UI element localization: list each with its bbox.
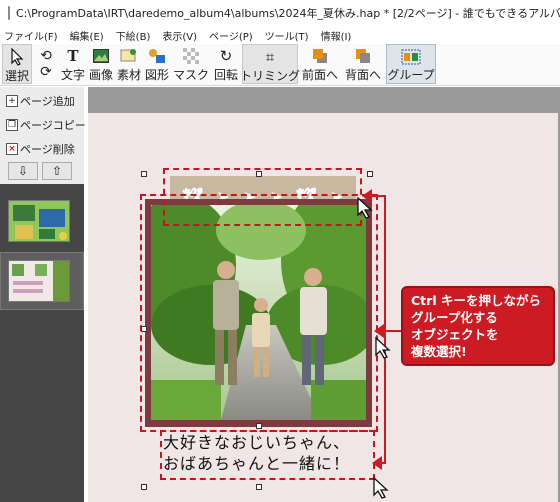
page-order-arrows: ⇩ ⇧ [8, 162, 78, 180]
shape-tool-button[interactable]: 図形 [144, 44, 170, 84]
send-back-button[interactable]: 背面へ [342, 44, 384, 84]
photo-selection-outline [140, 194, 378, 432]
group-tool-label: グループ [387, 68, 435, 82]
callout-line-3: オブジェクトを [411, 327, 499, 342]
menu-tools[interactable]: ツール(T) [265, 28, 309, 43]
callout-line-2: グループ化する [411, 310, 498, 325]
image-tool-button[interactable]: 画像 [88, 44, 114, 84]
add-page-icon: + [6, 95, 18, 107]
menu-file[interactable]: ファイル(F) [4, 28, 58, 43]
instruction-callout: Ctrl キーを押しながら グループ化する オブジェクトを 複数選択! [401, 286, 555, 366]
mouse-cursor-icon [373, 476, 389, 499]
add-page-label: ページ追加 [20, 95, 75, 108]
copy-page-button[interactable]: ❐ ページコピー [6, 115, 86, 135]
arrow-head-icon [372, 456, 382, 470]
rotate-tool-label: 回転 [213, 68, 238, 82]
callout-line-4: 複数選択! [411, 344, 467, 359]
bring-front-button[interactable]: 前面へ [300, 44, 340, 84]
move-page-up-button[interactable]: ⇧ [42, 162, 72, 180]
mask-checker-icon [181, 47, 201, 65]
group-tool-button[interactable]: グループ [386, 44, 436, 84]
menu-sketch[interactable]: 下絵(B) [116, 28, 151, 43]
rotate-icon: ↻ [219, 47, 233, 65]
page-thumbnail-1[interactable] [8, 200, 70, 242]
resize-handle[interactable] [256, 171, 262, 177]
select-tool-label: 選択 [4, 69, 29, 83]
page-thumbnails [0, 184, 84, 502]
menu-bar: ファイル(F) 編集(E) 下絵(B) 表示(V) ページ(P) ツール(T) … [0, 26, 560, 44]
app-icon [8, 6, 10, 20]
mask-tool-button[interactable]: マスク [172, 44, 210, 84]
arrow-up-icon: ⇧ [51, 164, 63, 178]
menu-view[interactable]: 表示(V) [162, 28, 197, 43]
material-icon [119, 47, 139, 65]
material-tool-label: 素材 [116, 68, 141, 82]
image-icon [91, 47, 111, 65]
delete-page-label: ページ削除 [20, 143, 75, 156]
crop-icon: ⌗ [265, 48, 275, 66]
shape-icon [147, 47, 167, 65]
arrow-down-icon: ⇩ [17, 164, 29, 178]
resize-handle[interactable] [141, 484, 147, 490]
text-tool-label: 文字 [60, 68, 85, 82]
title-bar: C:\ProgramData\IRT\daredemo_album4\album… [0, 0, 560, 26]
resize-handle[interactable] [141, 326, 147, 332]
rotate-tool-button[interactable]: ↻ 回転 [212, 44, 240, 84]
move-page-down-button[interactable]: ⇩ [8, 162, 38, 180]
resize-handle[interactable] [367, 171, 373, 177]
menu-page[interactable]: ページ(P) [209, 28, 253, 43]
material-tool-button[interactable]: 素材 [116, 44, 142, 84]
undo-icon: ⟲ [40, 48, 52, 64]
shape-tool-label: 図形 [144, 68, 169, 82]
text-t-icon: T [67, 47, 79, 65]
mouse-cursor-icon [375, 336, 391, 359]
page-thumbnail-2[interactable] [8, 260, 70, 302]
workspace-header [88, 87, 560, 113]
trimming-tool-label: トリミング [240, 69, 301, 83]
trimming-tool-button[interactable]: ⌗ トリミング [240, 44, 301, 84]
send-back-label: 背面へ [344, 68, 381, 82]
delete-page-button[interactable]: × ページ削除 [6, 139, 75, 159]
group-icon [401, 48, 421, 65]
caption-text-box[interactable]: 大好きなおじいちゃん、 おばあちゃんと一緒に！ [163, 432, 375, 478]
redo-icon: ⟳ [40, 64, 52, 80]
select-tool-button[interactable]: 選択 [2, 44, 32, 84]
add-page-button[interactable]: + ページ追加 [6, 91, 75, 111]
menu-edit[interactable]: 編集(E) [70, 28, 104, 43]
text-tool-button[interactable]: T 文字 [60, 44, 86, 84]
menu-info[interactable]: 情報(I) [321, 28, 352, 43]
resize-handle[interactable] [256, 423, 262, 429]
cursor-arrow-icon [7, 48, 27, 66]
bring-front-icon [310, 47, 330, 65]
caption-line-1: 大好きなおじいちゃん、 [163, 433, 351, 452]
delete-page-icon: × [6, 143, 18, 155]
mouse-cursor-icon [357, 196, 373, 219]
window-title: C:\ProgramData\IRT\daredemo_album4\album… [16, 7, 560, 20]
copy-page-icon: ❐ [6, 119, 18, 131]
bring-front-label: 前面へ [301, 68, 338, 82]
undo-redo-button[interactable]: ⟲ ⟳ [34, 44, 58, 84]
copy-page-label: ページコピー [20, 119, 86, 132]
send-back-icon [353, 47, 373, 65]
caption-line-2: おばあちゃんと一緒に！ [163, 454, 351, 473]
resize-handle[interactable] [141, 171, 147, 177]
toolbar: 選択 ⟲ ⟳ T 文字 画像 素材 図形 マスク ↻ 回転 ⌗ トリミング 前面… [0, 44, 560, 86]
resize-handle[interactable] [256, 484, 262, 490]
mask-tool-label: マスク [172, 68, 209, 82]
callout-line-1: Ctrl キーを押しながら [411, 293, 541, 308]
image-tool-label: 画像 [88, 68, 113, 82]
